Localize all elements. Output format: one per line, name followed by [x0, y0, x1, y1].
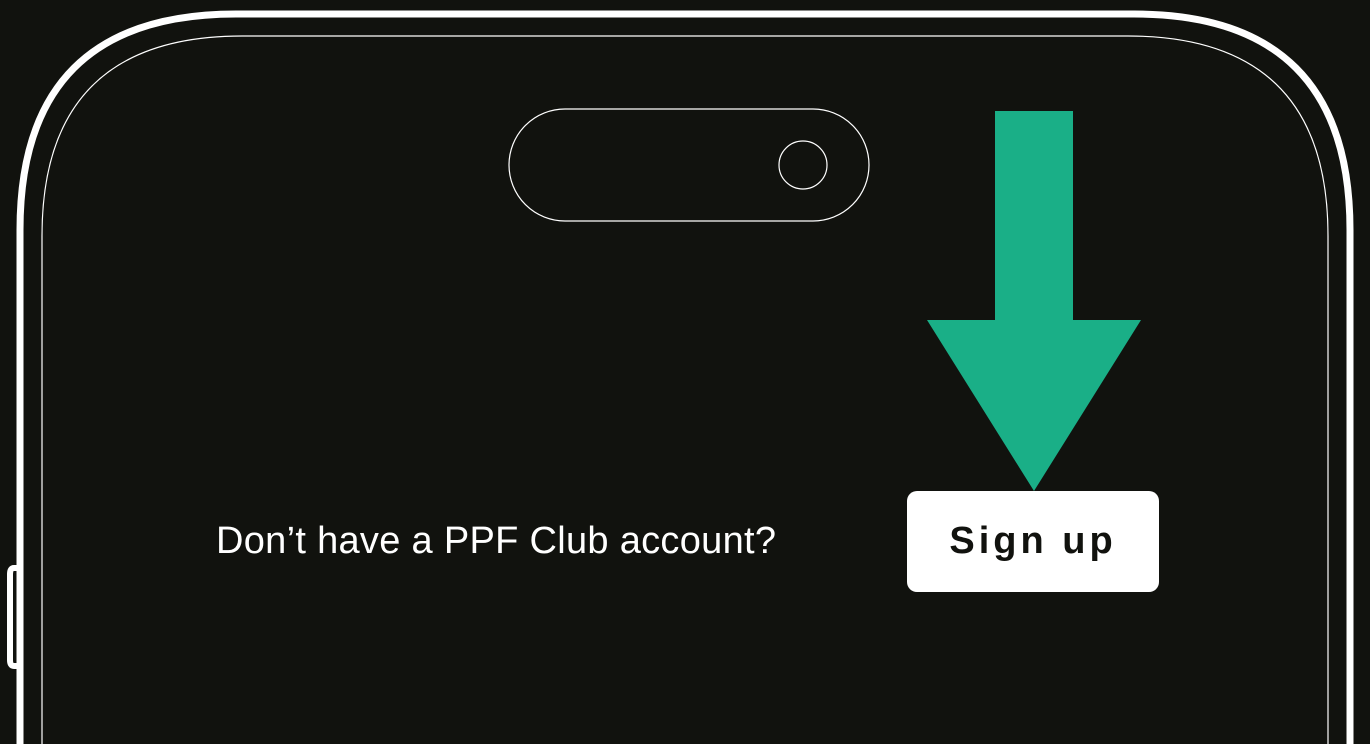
phone-frame-illustration: [7, 10, 1354, 744]
phone-inner-screen-edge: [41, 35, 1329, 744]
dynamic-island: [508, 108, 870, 222]
signup-prompt-text: Don’t have a PPF Club account?: [216, 520, 777, 562]
camera-lens-icon: [778, 140, 828, 190]
phone-screen: Don’t have a PPF Club account? Sign up: [0, 0, 1370, 744]
phone-outer-frame: [16, 10, 1354, 744]
arrow-down-icon: [927, 111, 1141, 491]
sign-up-button[interactable]: Sign up: [907, 491, 1159, 592]
